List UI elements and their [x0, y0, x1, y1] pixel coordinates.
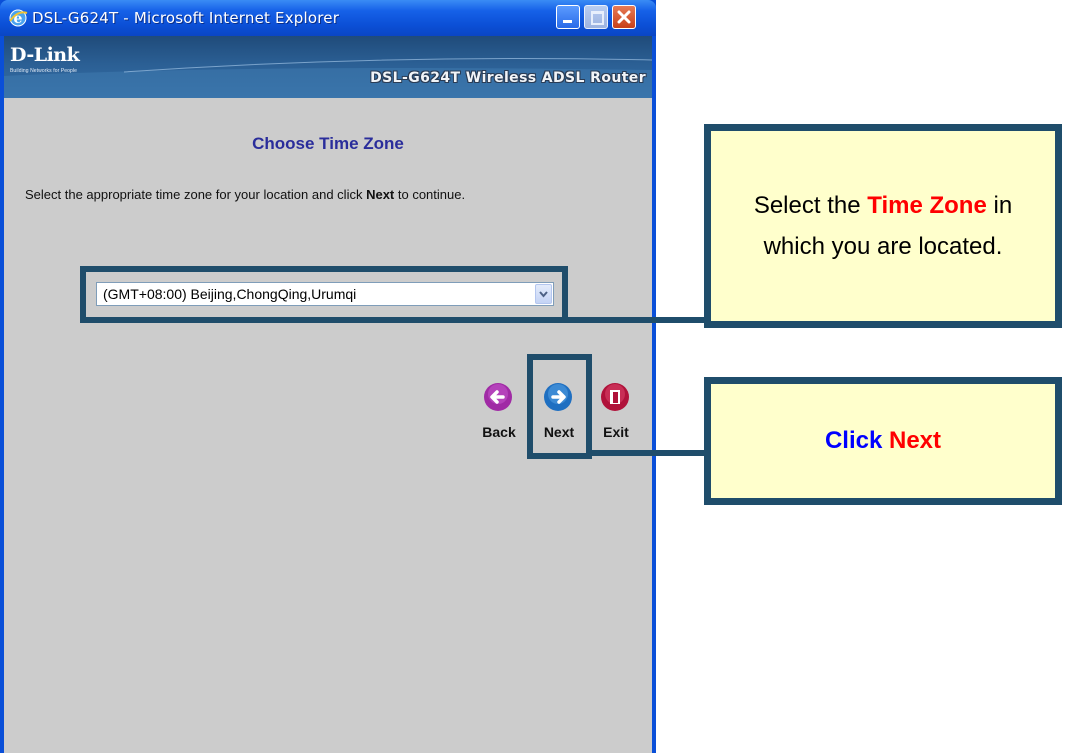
- minimize-button[interactable]: [556, 5, 580, 29]
- exit-label: Exit: [603, 424, 629, 440]
- window-titlebar[interactable]: e DSL-G624T - Microsoft Internet Explore…: [0, 0, 656, 36]
- callout-text: Click: [824, 427, 889, 454]
- internet-explorer-icon: e: [9, 9, 28, 27]
- back-label: Back: [482, 424, 516, 440]
- callout-text: Select the: [753, 192, 868, 219]
- timezone-callout: Select the Time Zone in which you are lo…: [704, 124, 1062, 328]
- timezone-highlight-frame: [80, 266, 568, 323]
- next-callout: Click Next: [704, 377, 1062, 505]
- window-title: DSL-G624T - Microsoft Internet Explorer: [32, 9, 340, 27]
- close-button[interactable]: [612, 5, 636, 29]
- next-highlight-frame: [527, 354, 592, 459]
- banner-swoosh: [4, 58, 652, 98]
- back-button[interactable]: Back: [479, 382, 519, 442]
- dlink-tagline: Building Networks for People: [10, 68, 77, 74]
- instruction-text: Select the appropriate time zone for you…: [25, 187, 466, 202]
- exit-door-icon: [601, 383, 629, 411]
- page-title: Choose Time Zone: [252, 134, 404, 153]
- maximize-button[interactable]: [584, 5, 608, 29]
- timezone-connector-line: [566, 317, 708, 323]
- dlink-banner: D-Link Building Networks for People DSL-…: [4, 36, 652, 98]
- dlink-logo: D-Link: [10, 44, 80, 66]
- next-connector-line: [590, 450, 708, 456]
- product-title: DSL-G624T Wireless ADSL Router: [370, 70, 646, 86]
- callout-highlight: Next: [889, 427, 942, 454]
- back-arrow-icon: [484, 383, 512, 411]
- callout-highlight: Time Zone: [867, 192, 987, 219]
- exit-button[interactable]: Exit: [596, 382, 636, 442]
- close-icon: [617, 10, 631, 24]
